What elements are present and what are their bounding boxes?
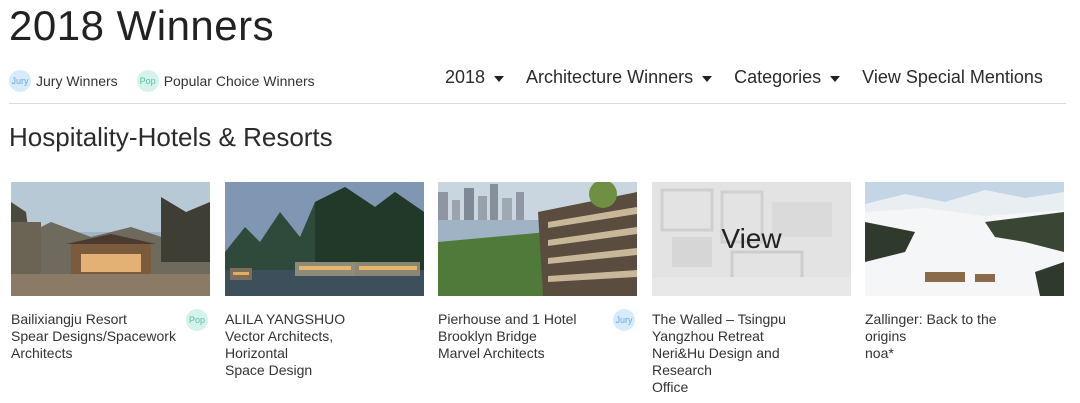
caret-down-icon xyxy=(830,75,841,82)
project-architect: Vector Architects, Horizontal xyxy=(225,328,334,361)
project-architect-cont: Office xyxy=(652,379,689,395)
project-caption: Zallinger: Back to the origins noa* xyxy=(865,311,1064,362)
caret-down-icon xyxy=(702,75,713,82)
project-thumbnail[interactable] xyxy=(438,182,637,296)
categories-dropdown[interactable]: Categories xyxy=(734,67,841,88)
popular-choice-label: Popular Choice Winners xyxy=(163,73,315,89)
project-card-alila-yangshuo[interactable]: ALILA YANGSHUO Vector Architects, Horizo… xyxy=(225,182,424,379)
view-overlay-label[interactable]: View xyxy=(652,182,851,296)
year-dropdown[interactable]: 2018 xyxy=(445,67,505,88)
project-architect: noa* xyxy=(865,345,894,361)
project-architect: Neri&Hu Design and Research xyxy=(652,345,780,378)
project-card-bailixiangju[interactable]: Bailixiangju Resort Spear Designs/Spacew… xyxy=(11,182,210,362)
view-special-mentions-link[interactable]: View Special Mentions xyxy=(862,67,1043,88)
caret-down-icon xyxy=(494,75,505,82)
project-architect: Marvel Architects xyxy=(438,345,545,361)
project-name: The Walled – Tsingpu xyxy=(652,311,786,327)
categories-label: Categories xyxy=(734,67,822,87)
project-card-the-walled[interactable]: View The Walled – Tsingpu Yangzhou Retre… xyxy=(652,182,851,396)
project-name: Zallinger: Back to the origins xyxy=(865,311,997,344)
project-name: ALILA YANGSHUO xyxy=(225,311,346,327)
project-caption: ALILA YANGSHUO Vector Architects, Horizo… xyxy=(225,311,424,379)
view-special-mentions-label: View Special Mentions xyxy=(862,67,1043,87)
jury-badge: Jury xyxy=(9,70,31,92)
project-architect-cont: Architects xyxy=(11,345,73,361)
project-thumbnail[interactable]: View xyxy=(652,182,851,296)
project-caption: The Walled – Tsingpu Yangzhou Retreat Ne… xyxy=(652,311,851,396)
project-card-pierhouse[interactable]: Pierhouse and 1 Hotel Brooklyn Bridge Ma… xyxy=(438,182,637,362)
project-name: Bailixiangju Resort xyxy=(11,311,127,327)
architecture-winners-label: Architecture Winners xyxy=(526,67,694,87)
architecture-winners-dropdown[interactable]: Architecture Winners xyxy=(526,67,713,88)
header-divider xyxy=(9,103,1066,104)
project-name: Pierhouse and 1 Hotel xyxy=(438,311,577,327)
project-location: Brooklyn Bridge xyxy=(438,328,537,344)
category-heading: Hospitality-Hotels & Resorts xyxy=(9,122,333,152)
project-card-zallinger[interactable]: Zallinger: Back to the origins noa* xyxy=(865,182,1064,362)
project-caption: Bailixiangju Resort Spear Designs/Spacew… xyxy=(11,309,210,362)
year-dropdown-label: 2018 xyxy=(445,67,486,87)
project-architect: Spear Designs/Spacework xyxy=(11,328,176,344)
pop-badge: Pop xyxy=(186,309,208,331)
filter-nav: 2018 Architecture Winners Categories Vie… xyxy=(445,67,1065,88)
project-thumbnail[interactable] xyxy=(225,182,424,296)
project-name-cont: Yangzhou Retreat xyxy=(652,328,764,344)
project-caption: Pierhouse and 1 Hotel Brooklyn Bridge Ma… xyxy=(438,309,637,362)
page-title: 2018 Winners xyxy=(9,2,275,49)
jury-badge: Jury xyxy=(613,309,635,331)
project-architect-cont: Space Design xyxy=(225,362,313,378)
winner-legend: Jury Jury Winners Pop Popular Choice Win… xyxy=(9,70,334,92)
project-thumbnail[interactable] xyxy=(865,182,1064,296)
pop-badge: Pop xyxy=(136,70,159,92)
project-thumbnail[interactable] xyxy=(11,182,210,296)
jury-winners-label: Jury Winners xyxy=(36,73,118,89)
